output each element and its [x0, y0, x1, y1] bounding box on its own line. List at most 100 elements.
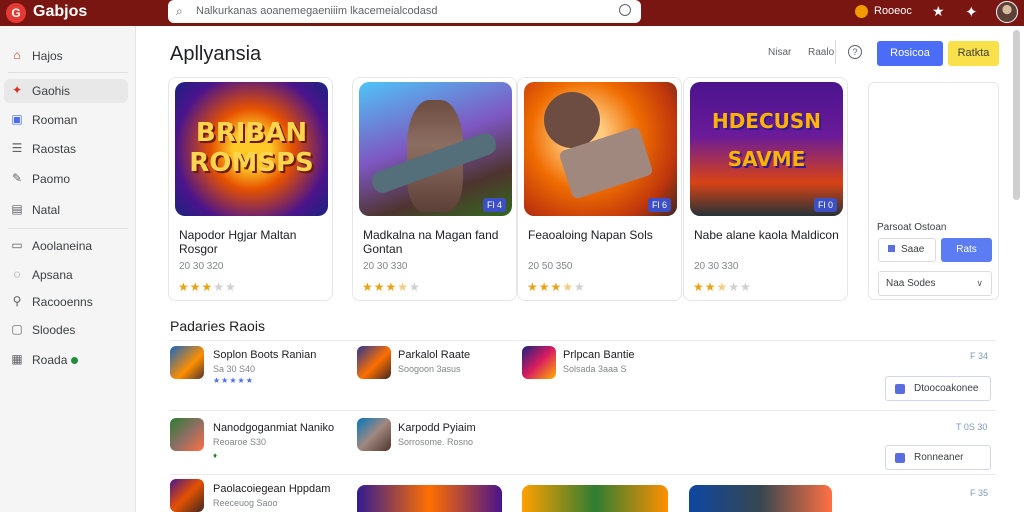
sidebar-item-edit[interactable]: ✎ Paomo	[4, 167, 128, 191]
user-name[interactable]: Rooeoc	[874, 5, 912, 17]
library-icon: ▭	[11, 238, 23, 252]
games-icon: ✦	[11, 83, 23, 97]
tag-icon	[888, 245, 895, 252]
header-divider	[835, 40, 836, 64]
list-item-name[interactable]: Prlpcan Bantie	[563, 349, 635, 361]
list-item-sub: Solsada 3aaa S	[563, 364, 627, 374]
install-icon	[895, 384, 905, 394]
header-link[interactable]: Nisar	[768, 47, 791, 58]
art-title: BRIBAN ROMSPS	[189, 118, 314, 178]
install-button[interactable]: Dtoocoakonee	[885, 376, 991, 401]
sidebar-item-label: Gaohis	[32, 84, 71, 98]
notice-icon: ▦	[11, 352, 23, 366]
install-icon	[895, 453, 905, 463]
game-art[interactable]	[689, 485, 832, 512]
sidebar-item-lock[interactable]: ⚲ Racooenns	[4, 290, 128, 314]
select-value: Naa Sodes	[886, 278, 936, 289]
card-meta: 20 30 330	[694, 261, 739, 272]
card-meta: 20 30 330	[363, 261, 408, 272]
side-panel: Parsoat Ostoan Saae Rats Naa Sodes ∨	[868, 82, 999, 300]
badge: Fl 0	[813, 198, 837, 212]
book-icon: ▤	[11, 202, 23, 216]
list-thumbnail[interactable]	[170, 418, 204, 451]
list-item-stars: ★★★★★	[213, 376, 254, 385]
lock-icon: ⚲	[12, 294, 22, 308]
sidebar-item-lists[interactable]: ☰ Raostas	[4, 137, 128, 161]
list-item-name[interactable]: Parkalol Raate	[398, 349, 470, 361]
save-button[interactable]: Saae	[878, 238, 936, 262]
list-item-name[interactable]: Nanodgoganmiat Naniko	[213, 422, 334, 434]
list-thumbnail[interactable]	[522, 346, 556, 379]
list-item-sub: Sorrosome. Rosno	[398, 437, 474, 447]
featured-card[interactable]: Fl 4 Madkalna na Magan fand Gontan 20 30…	[352, 77, 517, 301]
game-art: Fl 4	[359, 82, 512, 216]
sidebar-item-label: Apsana	[32, 268, 73, 282]
sort-select[interactable]: Naa Sodes ∨	[878, 271, 992, 296]
sidebar-divider	[8, 228, 128, 229]
sidebar-item-home[interactable]: ⌂ Hajos	[4, 44, 128, 68]
card-title: Madkalna na Magan fand Gontan	[363, 228, 499, 256]
price-label: T 0S 30	[956, 422, 988, 432]
featured-card[interactable]: Fl 6 Feaoaloing Napan Sols 20 50 350 ★★★…	[517, 77, 682, 301]
sidebar-item-apps[interactable]: ▣ Rooman	[4, 108, 128, 132]
gear-icon[interactable]: ✦	[965, 3, 978, 21]
game-art[interactable]	[357, 485, 502, 512]
chat-icon: ◌	[13, 267, 21, 281]
star-icon[interactable]: ★	[932, 3, 945, 20]
list-item-name[interactable]: Soplon Boots Ranian	[213, 349, 316, 361]
divider	[170, 340, 996, 341]
primary-button[interactable]: Rosicoa	[877, 41, 943, 66]
list-thumbnail[interactable]	[170, 479, 204, 512]
sidebar-item-label: Paomo	[32, 172, 71, 186]
badge: Fl 6	[647, 198, 671, 212]
card-title: Napodor Hgjar Maltan Rosgor	[179, 228, 297, 256]
list-thumbnail[interactable]	[357, 418, 391, 451]
rating-stars: ★★★★★	[178, 280, 237, 294]
page-title: Apllyansia	[170, 43, 262, 65]
search-bar[interactable]: ⌕ Nalkurkanas aoanemegaeniiim lkacemeial…	[168, 0, 641, 23]
list-icon: ☰	[11, 141, 23, 155]
game-art[interactable]	[522, 485, 668, 512]
button-label: Ronneaner	[914, 452, 964, 463]
sidebar-item-book[interactable]: ▤ Natal	[4, 198, 128, 222]
app-title[interactable]: Gabjos	[33, 3, 87, 21]
sidebar-item-folder[interactable]: ▢ Sloodes	[4, 318, 128, 342]
scrollbar[interactable]	[1013, 30, 1020, 200]
sidebar-item-games[interactable]: ✦ Gaohis	[4, 79, 128, 103]
game-art: Fl 6	[524, 82, 677, 216]
sidebar-item-library[interactable]: ▭ Aoolaneina	[4, 234, 128, 258]
avatar[interactable]	[996, 1, 1018, 23]
art-title: HDECUSN SAVME	[711, 109, 822, 171]
sidebar-item-label: Aoolaneina	[32, 239, 93, 253]
list-item-stars: ♦	[213, 451, 219, 460]
sidebar-divider	[8, 72, 128, 73]
sidebar-item-notice[interactable]: ▦ Roada	[4, 348, 128, 372]
search-input[interactable]: Nalkurkanas aoanemegaeniiim lkacemeialco…	[196, 5, 438, 17]
card-meta: 20 30 320	[179, 261, 224, 272]
secondary-button[interactable]: Ratkta	[948, 41, 999, 66]
price-label: F 35	[970, 488, 989, 498]
button-label: Dtoocoakonee	[914, 383, 979, 394]
rate-button[interactable]: Rats	[941, 238, 992, 262]
list-thumbnail[interactable]	[357, 346, 391, 379]
game-art: HDECUSN SAVME Fl 0	[690, 82, 843, 216]
sidebar-item-chat[interactable]: ◌ Apsana	[4, 263, 128, 287]
list-thumbnail[interactable]	[170, 346, 204, 379]
sidebar-item-label: Sloodes	[32, 323, 76, 337]
folder-icon: ▢	[11, 322, 23, 336]
badge: Fl 4	[482, 198, 506, 212]
list-item-name[interactable]: Karpodd Pyiaim	[398, 422, 476, 434]
list-item-name[interactable]: Paolacoiegean Hppdam	[213, 483, 330, 495]
app-logo[interactable]: G	[6, 3, 26, 23]
card-title: Feaoaloing Napan Sols	[528, 228, 653, 242]
list-item-sub: Reoaroe S30	[213, 437, 267, 447]
sidebar-item-label: Rooman	[32, 113, 78, 127]
refresh-icon[interactable]	[619, 4, 631, 16]
featured-card[interactable]: HDECUSN SAVME Fl 0 Nabe alane kaola Mald…	[683, 77, 848, 301]
coin-icon	[855, 5, 868, 18]
install-button[interactable]: Ronneaner	[885, 445, 991, 470]
header-link[interactable]: Raalo	[808, 47, 834, 58]
help-icon[interactable]: ?	[848, 45, 862, 59]
featured-card[interactable]: BRIBAN ROMSPS Napodor Hgjar Maltan Rosgo…	[168, 77, 333, 301]
apps-icon: ▣	[11, 112, 23, 126]
